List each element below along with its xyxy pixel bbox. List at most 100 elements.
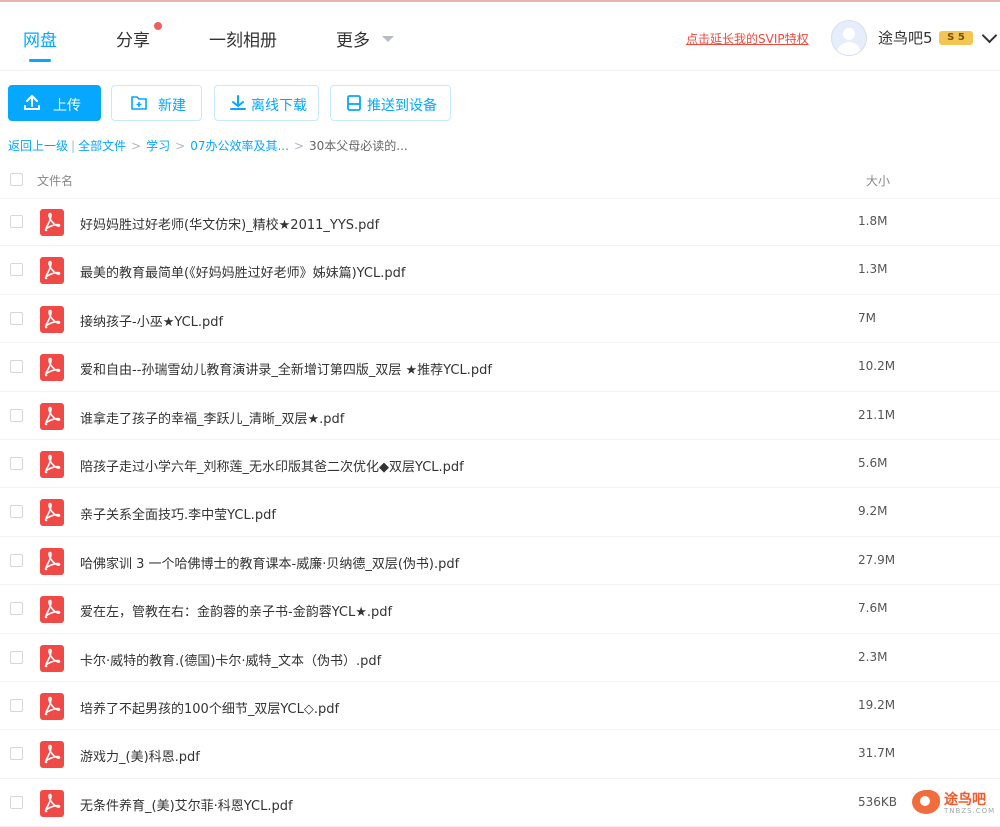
file-name[interactable]: 好妈妈胜过好老师(华文仿宋)_精校★2011_YYS.pdf	[80, 214, 379, 233]
more-dropdown-icon[interactable]	[382, 36, 394, 42]
file-checkbox[interactable]	[10, 505, 23, 519]
file-checkbox[interactable]	[10, 747, 23, 761]
file-name[interactable]: 陪孩子走过小学六年_刘称莲_无水印版其爸二次优化◆双层YCL.pdf	[80, 456, 464, 475]
file-checkbox[interactable]	[10, 360, 23, 374]
vip-level-badge: S 5	[939, 31, 973, 45]
avatar[interactable]	[831, 20, 867, 56]
file-name[interactable]: 爱和自由--孙瑞雪幼儿教育演讲录_全新增订第四版_双层 ★推荐YCL.pdf	[80, 359, 492, 378]
file-size: 9.2M	[858, 504, 888, 519]
device-icon	[347, 95, 361, 111]
bird-logo-icon	[912, 790, 940, 814]
offline-download-button[interactable]: 离线下载	[214, 85, 319, 121]
breadcrumb-separator: >	[175, 139, 186, 153]
breadcrumb-office-efficiency[interactable]: 07办公效率及其...	[190, 139, 289, 153]
pdf-icon	[40, 692, 64, 720]
select-all-checkbox[interactable]	[10, 173, 23, 186]
breadcrumb-separator: >	[131, 139, 142, 153]
chevron-down-icon[interactable]	[981, 27, 998, 44]
file-list: 好妈妈胜过好老师(华文仿宋)_精校★2011_YYS.pdf 1.8M 最美的教…	[0, 198, 1000, 827]
file-checkbox[interactable]	[10, 215, 23, 228]
breadcrumb-study[interactable]: 学习	[146, 139, 170, 153]
pdf-icon	[40, 305, 64, 333]
tab-share[interactable]: 分享	[116, 26, 150, 51]
new-folder-button[interactable]: 新建	[111, 85, 202, 121]
pdf-icon	[40, 547, 64, 575]
file-row[interactable]: 无条件养育_(美)艾尔菲·科恩YCL.pdf 536KB	[0, 779, 1000, 827]
file-row[interactable]: 好妈妈胜过好老师(华文仿宋)_精校★2011_YYS.pdf 1.8M	[0, 198, 1000, 247]
pdf-icon	[40, 209, 64, 236]
watermark-name: 途鸟吧	[944, 792, 986, 808]
push-to-device-button[interactable]: 推送到设备	[330, 85, 451, 121]
file-name[interactable]: 无条件养育_(美)艾尔菲·科恩YCL.pdf	[80, 795, 293, 814]
file-name[interactable]: 游戏力_(美)科恩.pdf	[80, 746, 200, 765]
column-size[interactable]: 大小	[866, 172, 890, 189]
file-name[interactable]: 谁拿走了孩子的幸福_李跃儿_清晰_双层★.pdf	[80, 408, 344, 427]
file-size: 31.7M	[858, 746, 896, 761]
file-size: 19.2M	[858, 697, 896, 712]
pdf-icon	[40, 596, 64, 624]
breadcrumb: 返回上一级 | 全部文件 > 学习 >07办公效率及其... >30本父母必读的...	[8, 137, 408, 154]
pdf-icon	[40, 644, 64, 672]
avatar-head-shape	[843, 28, 855, 40]
file-row[interactable]: 卡尔·威特的教育.(德国)卡尔·威特_文本（伪书）.pdf 2.3M	[0, 634, 1000, 682]
file-name[interactable]: 卡尔·威特的教育.(德国)卡尔·威特_文本（伪书）.pdf	[80, 650, 381, 669]
tab-more[interactable]: 更多	[336, 26, 370, 51]
file-size: 1.8M	[858, 214, 888, 228]
file-name[interactable]: 爱在左，管教在右：金韵蓉的亲子书-金韵蓉YCL★.pdf	[80, 601, 392, 620]
breadcrumb-divider: |	[71, 139, 76, 153]
file-size: 2.3M	[858, 649, 888, 664]
pdf-icon	[40, 499, 64, 527]
file-checkbox[interactable]	[10, 553, 23, 567]
file-row[interactable]: 培养了不起男孩的100个细节_双层YCL◇.pdf 19.2M	[0, 682, 1000, 731]
active-tab-indicator	[29, 59, 51, 62]
offline-download-label: 离线下载	[251, 98, 307, 114]
file-name[interactable]: 哈佛家训 3 一个哈佛博士的教育课本-威廉·贝纳德_双层(伪书).pdf	[80, 553, 459, 572]
file-row[interactable]: 亲子关系全面技巧.李中莹YCL.pdf 9.2M	[0, 488, 1000, 537]
file-checkbox[interactable]	[10, 698, 23, 712]
column-filename[interactable]: 文件名	[37, 172, 73, 189]
pdf-icon	[40, 354, 64, 382]
username[interactable]: 途鸟吧5	[878, 27, 933, 48]
file-checkbox[interactable]	[10, 795, 23, 809]
file-name[interactable]: 培养了不起男孩的100个细节_双层YCL◇.pdf	[80, 698, 339, 717]
pdf-icon	[40, 741, 64, 769]
push-to-device-label: 推送到设备	[367, 98, 437, 114]
top-nav: 网盘 分享 一刻相册 更多 点击延长我的SVIP特权 途鸟吧5 S 5	[0, 2, 1000, 71]
tab-netdisk[interactable]: 网盘	[23, 26, 57, 51]
file-name[interactable]: 亲子关系全面技巧.李中莹YCL.pdf	[80, 504, 276, 523]
pdf-icon	[40, 450, 64, 478]
file-row[interactable]: 爱和自由--孙瑞雪幼儿教育演讲录_全新增订第四版_双层 ★推荐YCL.pdf 1…	[0, 343, 1000, 392]
new-folder-label: 新建	[158, 98, 186, 114]
upload-button[interactable]: 上传	[8, 85, 101, 121]
file-checkbox[interactable]	[10, 408, 23, 422]
file-row[interactable]: 接纳孩子-小巫★YCL.pdf 7M	[0, 295, 1000, 344]
file-size: 7.6M	[858, 601, 888, 616]
file-row[interactable]: 谁拿走了孩子的幸福_李跃儿_清晰_双层★.pdf 21.1M	[0, 392, 1000, 440]
breadcrumb-current: 30本父母必读的...	[309, 139, 408, 153]
file-row[interactable]: 哈佛家训 3 一个哈佛博士的教育课本-威廉·贝纳德_双层(伪书).pdf 27.…	[0, 537, 1000, 586]
file-row[interactable]: 最美的教育最简单(《好妈妈胜过好老师》姊妹篇)YCL.pdf 1.3M	[0, 246, 1000, 295]
notification-dot	[154, 22, 162, 30]
upload-icon	[24, 95, 40, 110]
file-row[interactable]: 游戏力_(美)科恩.pdf 31.7M	[0, 730, 1000, 779]
file-checkbox[interactable]	[10, 311, 23, 325]
breadcrumb-all-files[interactable]: 全部文件	[78, 139, 126, 153]
file-size: 1.3M	[858, 262, 888, 277]
pdf-icon	[40, 257, 64, 285]
file-checkbox[interactable]	[10, 263, 23, 277]
file-size: 5.6M	[858, 455, 888, 470]
file-checkbox[interactable]	[10, 456, 23, 470]
breadcrumb-back[interactable]: 返回上一级	[8, 139, 68, 153]
tab-album[interactable]: 一刻相册	[209, 26, 277, 51]
file-checkbox[interactable]	[10, 602, 23, 616]
pdf-icon	[40, 402, 64, 430]
watermark-logo: 途鸟吧 TNBZS.COM	[912, 788, 996, 818]
file-row[interactable]: 陪孩子走过小学六年_刘称莲_无水印版其爸二次优化◆双层YCL.pdf 5.6M	[0, 440, 1000, 489]
file-size: 21.1M	[858, 407, 896, 422]
file-name[interactable]: 接纳孩子-小巫★YCL.pdf	[80, 311, 223, 330]
file-checkbox[interactable]	[10, 650, 23, 664]
svip-renew-link[interactable]: 点击延长我的SVIP特权	[686, 30, 809, 47]
breadcrumb-separator: >	[293, 139, 304, 153]
file-row[interactable]: 爱在左，管教在右：金韵蓉的亲子书-金韵蓉YCL★.pdf 7.6M	[0, 585, 1000, 634]
file-name[interactable]: 最美的教育最简单(《好妈妈胜过好老师》姊妹篇)YCL.pdf	[80, 262, 405, 281]
